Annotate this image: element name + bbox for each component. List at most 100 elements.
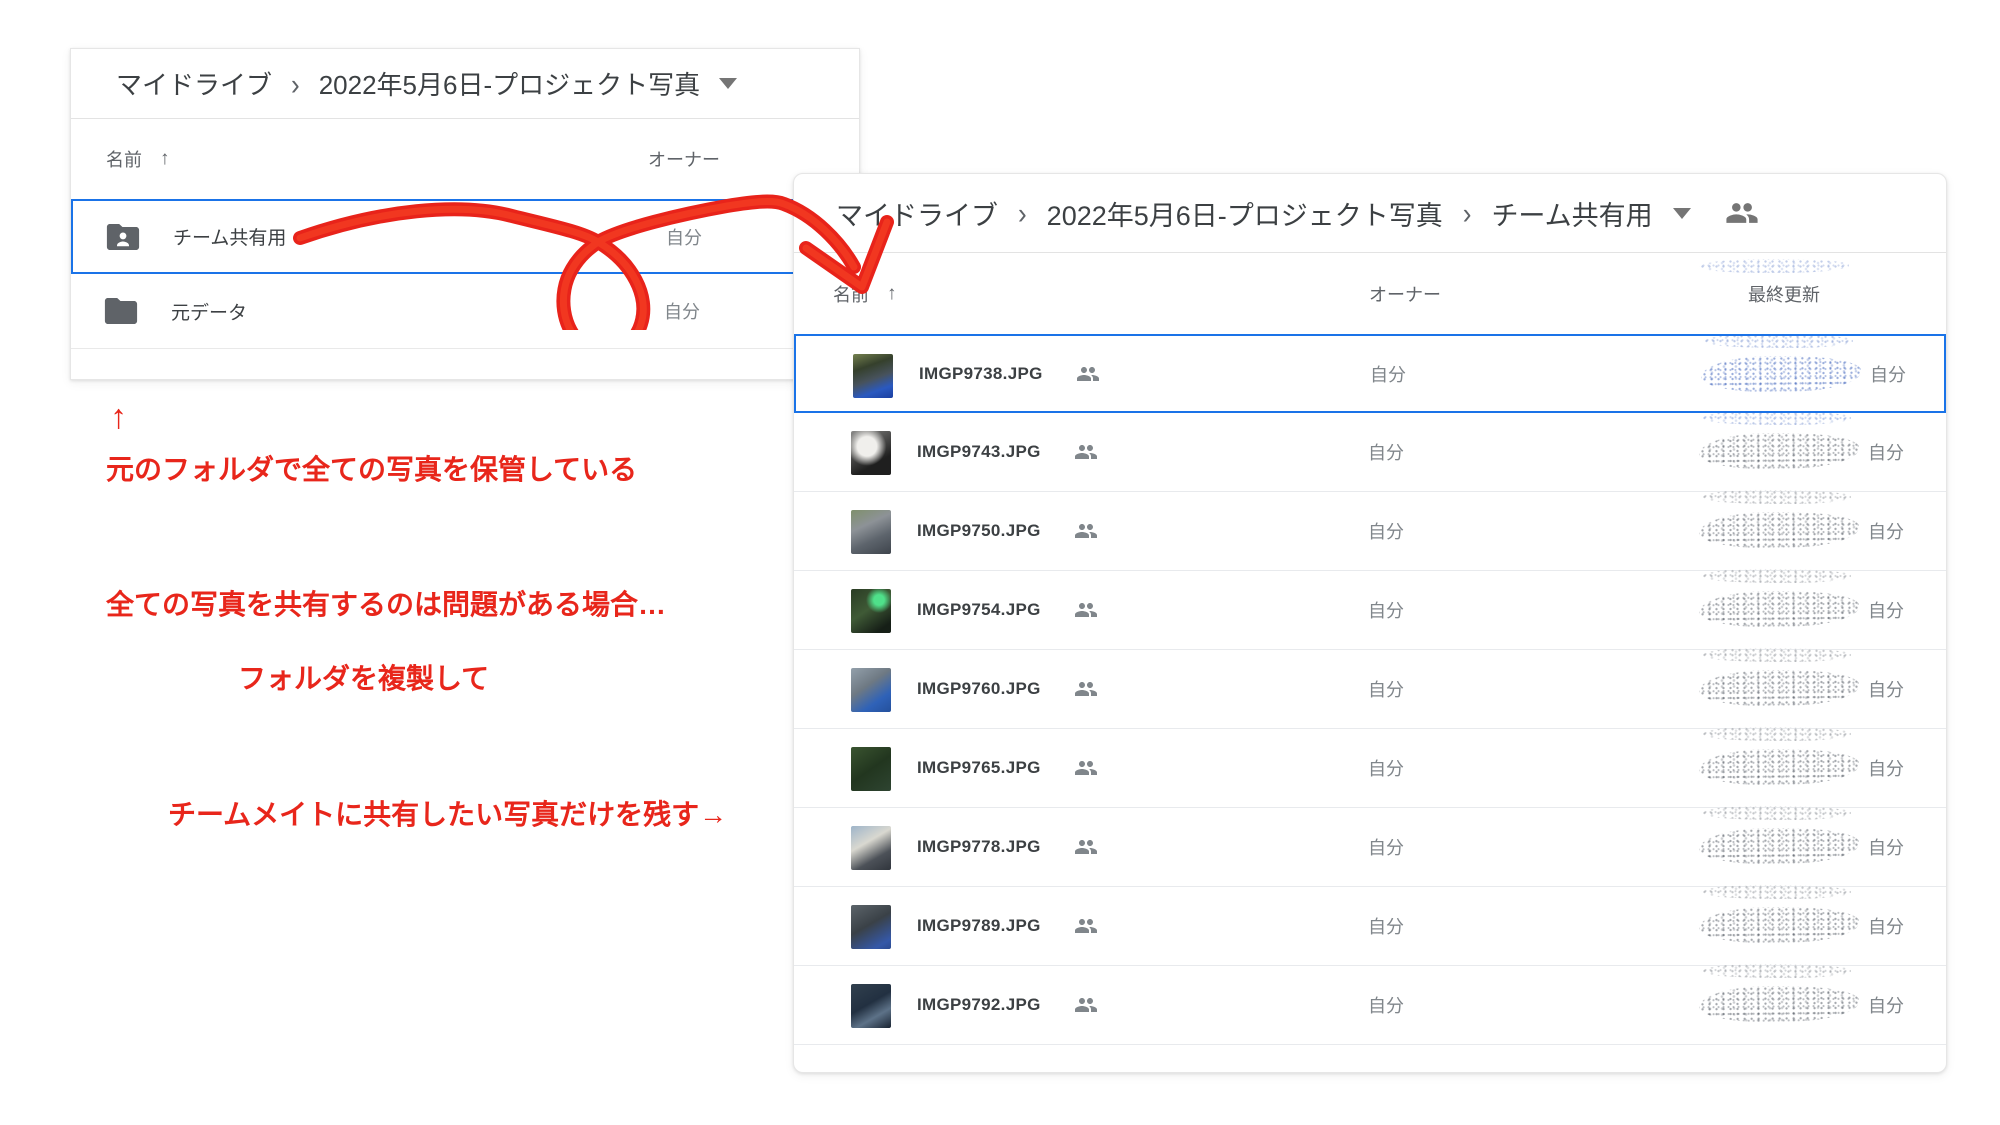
redacted-scribble	[1699, 669, 1859, 707]
chevron-down-icon[interactable]	[719, 78, 737, 89]
photo-thumbnail	[851, 905, 891, 949]
people-icon	[1074, 835, 1098, 859]
redacted-scribble	[1699, 511, 1859, 549]
photo-thumbnail	[851, 431, 891, 475]
annotation-up-arrow: ↑	[110, 398, 127, 437]
last-modified-by: 自分	[1868, 913, 1904, 939]
redacted-scribble	[1699, 259, 1849, 273]
file-name: IMGP9789.JPG	[917, 916, 1041, 936]
last-modified-by: 自分	[1868, 518, 1904, 544]
last-modified-by: 自分	[1868, 992, 1904, 1018]
annotation-line4: チームメイトに共有したい写真だけを残す→	[168, 793, 727, 833]
breadcrumb: マイドライブ › 2022年5月6日-プロジェクト写真 › チーム共有用	[794, 174, 1946, 253]
owner-value: 自分	[1368, 518, 1404, 544]
name-header-label: 名前	[833, 281, 869, 307]
redacted-scribble	[1699, 748, 1859, 786]
photo-thumbnail	[851, 510, 891, 554]
file-row[interactable]: IMGP9743.JPG 自分 自分	[794, 413, 1946, 492]
chevron-right-icon: ›	[1461, 198, 1474, 228]
redacted-scribble	[1701, 489, 1851, 504]
annotation-line2: 全ての写真を共有するのは問題がある場合…	[106, 583, 666, 623]
owner-value: 自分	[1370, 361, 1406, 387]
redacted-scribble	[1701, 355, 1861, 393]
owner-value: 自分	[1368, 755, 1404, 781]
photo-thumbnail	[853, 354, 893, 398]
photo-thumbnail	[851, 747, 891, 791]
people-icon	[1074, 598, 1098, 622]
breadcrumb: マイドライブ › 2022年5月6日-プロジェクト写真	[71, 49, 859, 119]
file-row[interactable]: IMGP9738.JPG 自分 自分	[794, 334, 1946, 413]
photo-thumbnail	[851, 826, 891, 870]
tutorial-composite: マイドライブ › 2022年5月6日-プロジェクト写真 名前 ↑ オーナー チー…	[0, 0, 2000, 1125]
redacted-scribble	[1699, 906, 1859, 944]
folder-name: 元データ	[171, 298, 247, 325]
folder-icon	[104, 296, 138, 326]
photo-thumbnail	[851, 668, 891, 712]
annotation-line1: 元のフォルダで全ての写真を保管している	[106, 448, 637, 488]
redacted-scribble	[1701, 568, 1851, 583]
redacted-scribble	[1701, 726, 1851, 741]
column-header-owner[interactable]: オーナー	[1369, 281, 1441, 307]
file-row[interactable]: IMGP9792.JPG 自分 自分	[794, 966, 1946, 1045]
folder-row-team-share[interactable]: チーム共有用 自分	[71, 199, 859, 274]
folder-row-original-data[interactable]: 元データ 自分	[71, 274, 859, 349]
column-header-name[interactable]: 名前 ↑	[833, 253, 897, 334]
owner-value: 自分	[1368, 439, 1404, 465]
folder-name: チーム共有用	[173, 223, 286, 250]
breadcrumb-project-folder[interactable]: 2022年5月6日-プロジェクト写真	[319, 65, 700, 102]
breadcrumb-my-drive[interactable]: マイドライブ	[116, 65, 272, 102]
column-header-last-modified[interactable]: 最終更新	[1748, 281, 1820, 307]
owner-value: 自分	[1368, 913, 1404, 939]
breadcrumb-project-folder[interactable]: 2022年5月6日-プロジェクト写真	[1047, 194, 1443, 233]
last-modified-by: 自分	[1868, 834, 1904, 860]
breadcrumb-team-share-folder[interactable]: チーム共有用	[1491, 194, 1652, 233]
file-name: IMGP9760.JPG	[917, 679, 1041, 699]
people-icon[interactable]	[1725, 196, 1759, 230]
last-modified-by: 自分	[1868, 676, 1904, 702]
file-row[interactable]: IMGP9789.JPG 自分 自分	[794, 887, 1946, 966]
drive-window-parent-folder: マイドライブ › 2022年5月6日-プロジェクト写真 名前 ↑ オーナー チー…	[70, 48, 860, 380]
redacted-scribble	[1701, 884, 1851, 899]
column-header-owner[interactable]: オーナー	[648, 146, 720, 172]
owner-value: 自分	[1368, 597, 1404, 623]
annotation-line3: フォルダを複製して	[238, 657, 489, 697]
file-name: IMGP9765.JPG	[917, 758, 1041, 778]
people-icon	[1074, 993, 1098, 1017]
table-header: 名前 ↑ オーナー	[71, 119, 859, 199]
chevron-down-icon[interactable]	[1673, 208, 1691, 219]
file-row[interactable]: IMGP9778.JPG 自分 自分	[794, 808, 1946, 887]
last-modified-by: 自分	[1868, 439, 1904, 465]
file-name: IMGP9754.JPG	[917, 600, 1041, 620]
redacted-scribble	[1701, 963, 1851, 978]
people-icon	[1074, 519, 1098, 543]
file-name: IMGP9743.JPG	[917, 442, 1041, 462]
owner-value: 自分	[1368, 992, 1404, 1018]
breadcrumb-my-drive[interactable]: マイドライブ	[836, 194, 998, 233]
file-row[interactable]: IMGP9760.JPG 自分 自分	[794, 650, 1946, 729]
column-header-name[interactable]: 名前 ↑	[106, 119, 170, 199]
file-name: IMGP9792.JPG	[917, 995, 1041, 1015]
arrow-up-icon: ↑	[160, 148, 170, 170]
people-icon	[1074, 756, 1098, 780]
shared-folder-icon	[106, 222, 140, 252]
redacted-scribble	[1701, 647, 1851, 662]
chevron-right-icon: ›	[289, 69, 302, 99]
photo-thumbnail	[851, 589, 891, 633]
file-name: IMGP9750.JPG	[917, 521, 1041, 541]
file-row[interactable]: IMGP9754.JPG 自分 自分	[794, 571, 1946, 650]
redacted-scribble	[1701, 805, 1851, 820]
owner-value: 自分	[664, 298, 700, 324]
redacted-scribble	[1703, 333, 1853, 348]
redacted-scribble	[1699, 590, 1859, 628]
file-row[interactable]: IMGP9750.JPG 自分 自分	[794, 492, 1946, 571]
file-row[interactable]: IMGP9765.JPG 自分 自分	[794, 729, 1946, 808]
file-name: IMGP9778.JPG	[917, 837, 1041, 857]
drive-window-team-share-folder: マイドライブ › 2022年5月6日-プロジェクト写真 › チーム共有用 名前 …	[793, 173, 1947, 1073]
redacted-scribble	[1699, 985, 1859, 1023]
photo-thumbnail	[851, 984, 891, 1028]
last-modified-by: 自分	[1868, 597, 1904, 623]
redacted-scribble	[1699, 827, 1859, 865]
file-list: IMGP9738.JPG 自分 自分 IMGP9743.JPG 自分 自分 IM…	[794, 334, 1946, 1045]
chevron-right-icon: ›	[1016, 198, 1029, 228]
redacted-scribble	[1699, 432, 1859, 470]
